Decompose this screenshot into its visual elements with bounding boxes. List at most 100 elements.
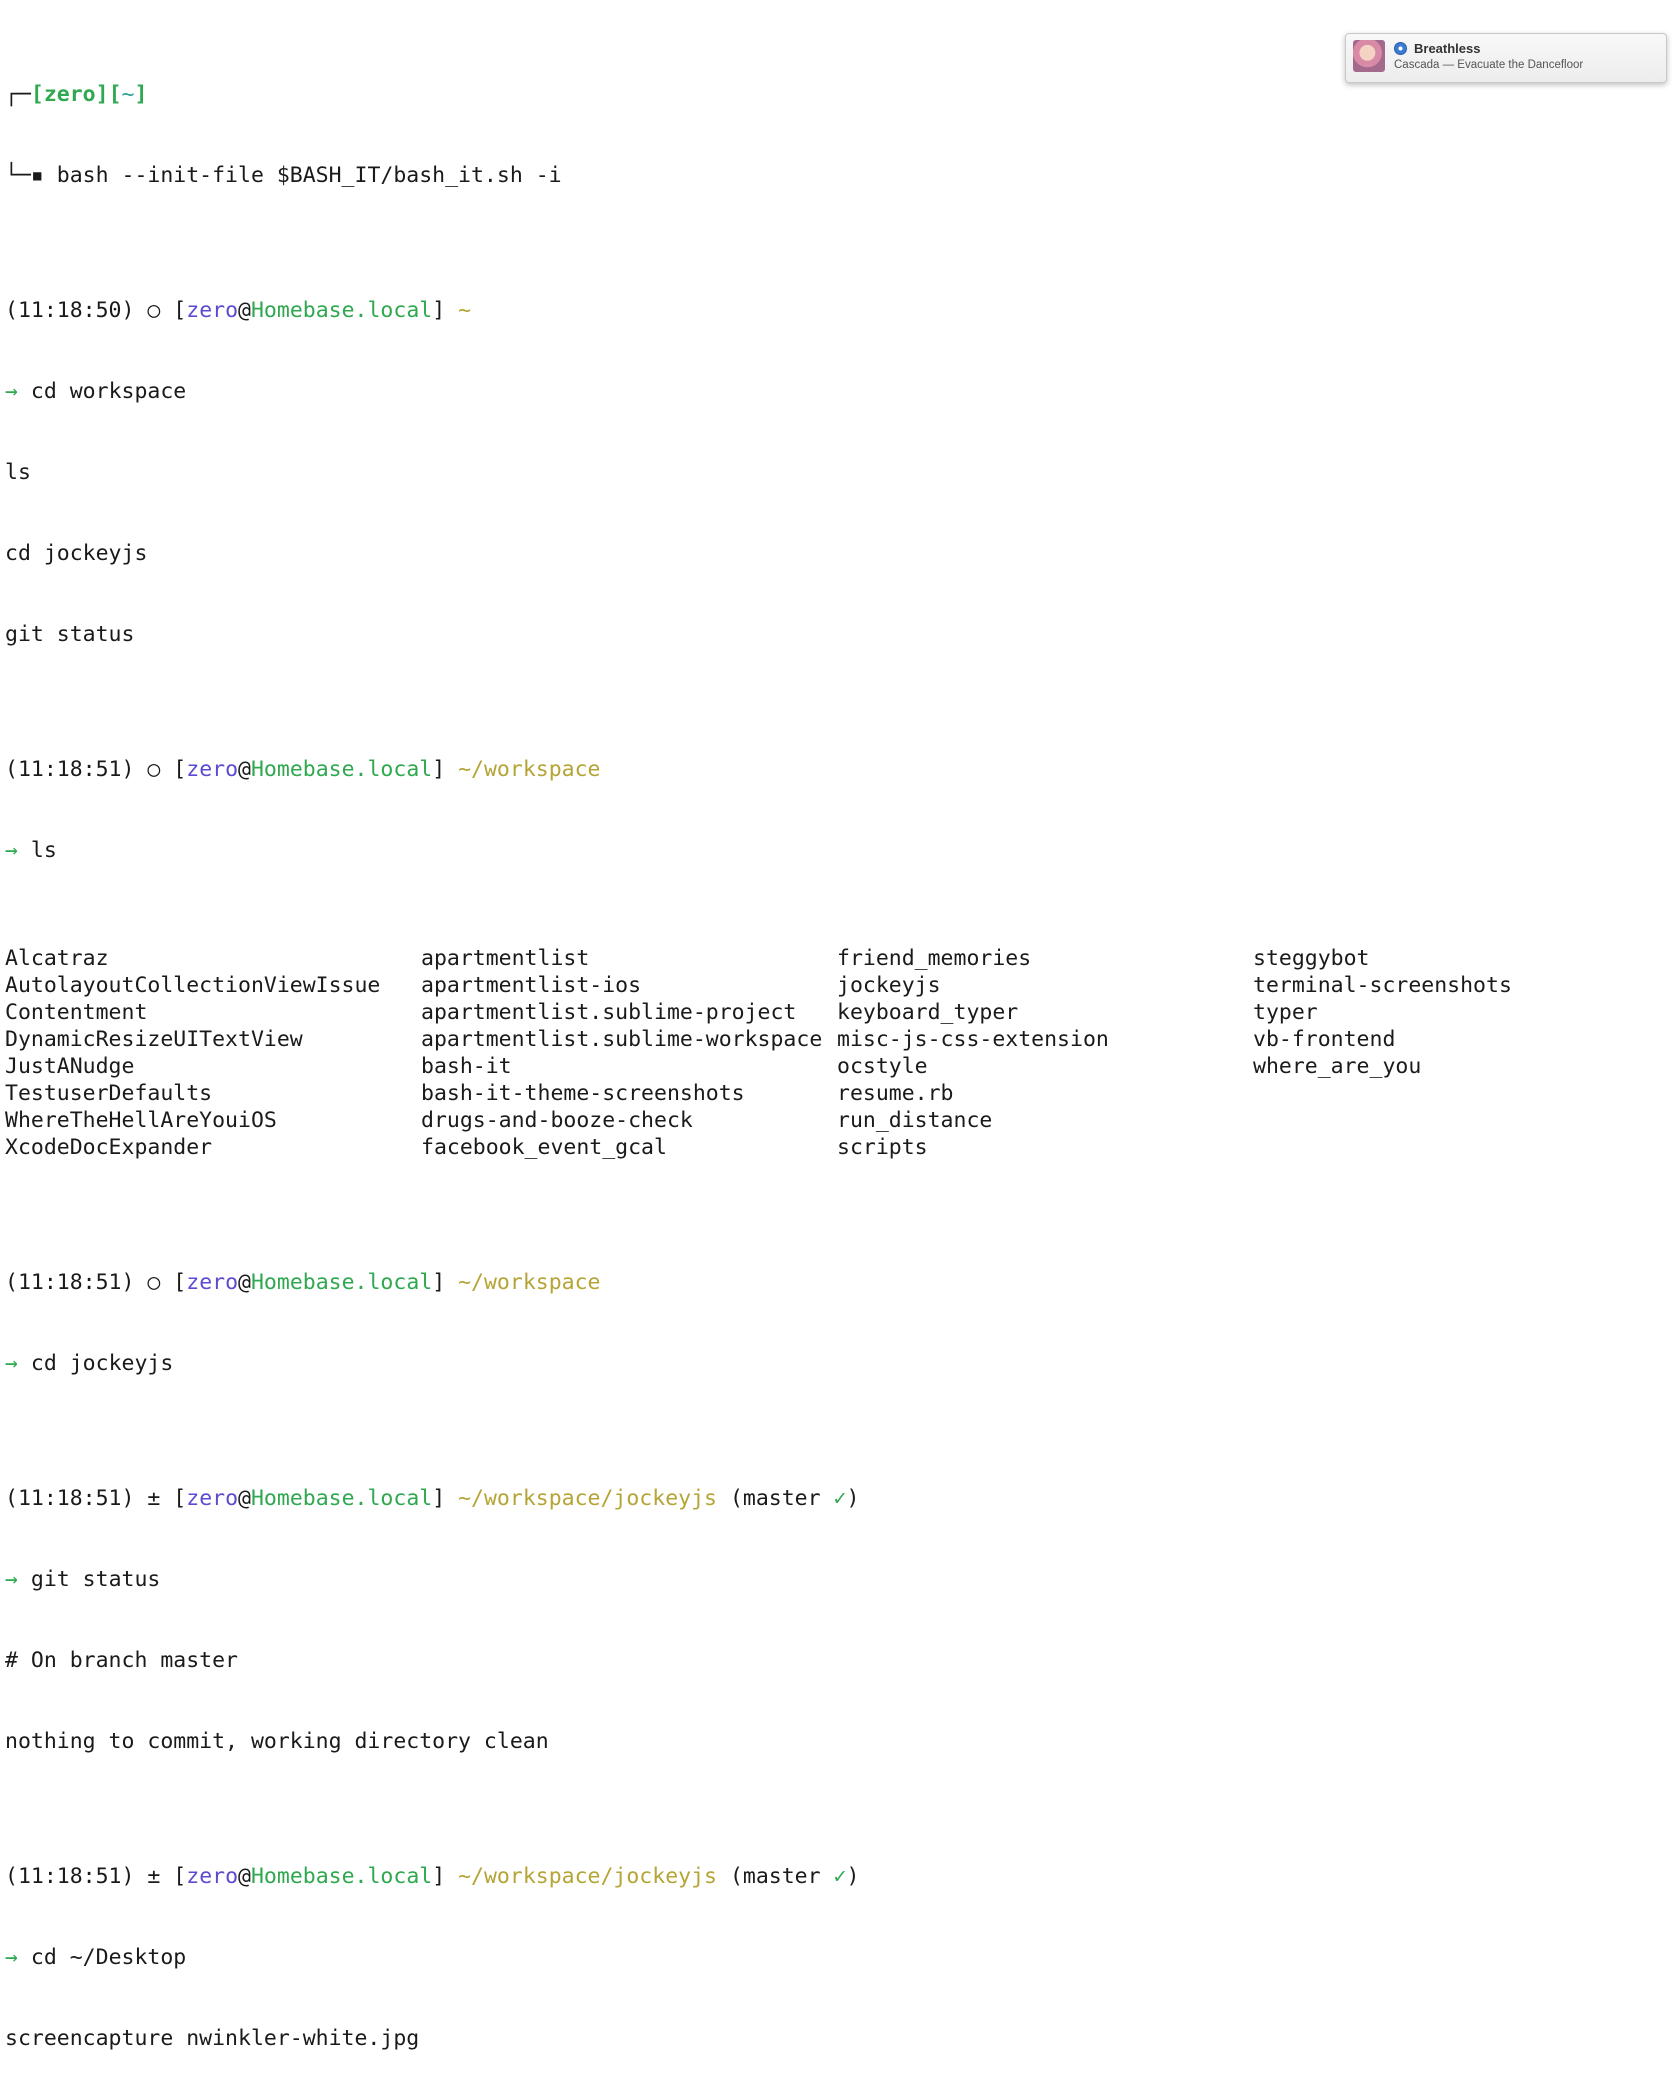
- prompt-symbol: ±: [147, 1864, 161, 1889]
- arrow-icon: →: [5, 379, 18, 404]
- box-corner-bottom: └─▪: [5, 163, 57, 188]
- command-line: → git status: [5, 1566, 1665, 1593]
- ls-entry: TestuserDefaults: [5, 1081, 213, 1106]
- prompt-at: @: [238, 1486, 251, 1511]
- prompt-symbol: ○: [147, 757, 161, 782]
- command-line: → ls: [5, 837, 1665, 864]
- now-playing-notification[interactable]: Breathless Cascada — Evacuate the Dancef…: [1345, 33, 1667, 83]
- prompt-header-line: ┌─[zero][~]: [5, 81, 1665, 108]
- prompt-time: (11:18:51): [5, 1270, 135, 1295]
- prompt-time: (11:18:51): [5, 1864, 135, 1889]
- arrow-icon: →: [5, 1945, 18, 1970]
- notification-subtitle: Cascada — Evacuate the Dancefloor: [1394, 59, 1584, 71]
- ls-entry: keyboard_typer: [837, 1000, 1019, 1025]
- prompt-line: (11:18:51) ○ [zero@Homebase.local] ~/wor…: [5, 1270, 601, 1295]
- typeahead-line: git status: [5, 622, 135, 647]
- command-text: bash --init-file $BASH_IT/bash_it.sh -i: [56, 163, 562, 188]
- ls-entry: [1253, 1134, 1669, 1161]
- command-text: git status: [30, 1567, 161, 1592]
- ls-entry: misc-js-css-extension: [837, 1027, 1109, 1052]
- prompt-user: zero: [186, 757, 239, 782]
- output-line: nothing to commit, working directory cle…: [5, 1729, 549, 1754]
- itunes-icon: [1394, 42, 1407, 55]
- output-line: # On branch master: [5, 1648, 238, 1673]
- command-line: → cd ~/Desktop: [5, 1944, 1665, 1971]
- prompt-symbol: ○: [147, 298, 161, 323]
- prompt-line: (11:18:51) ± [zero@Homebase.local] ~/wor…: [5, 1486, 860, 1511]
- album-art-thumbnail: [1353, 40, 1385, 72]
- prompt-time: (11:18:51): [5, 757, 135, 782]
- prompt-line: (11:18:51) ± [zero@Homebase.local] ~/wor…: [5, 1864, 860, 1889]
- ls-entry: resume.rb: [837, 1081, 954, 1106]
- check-icon: ✓: [833, 1486, 847, 1511]
- git-branch: (master: [729, 1486, 834, 1511]
- ls-entry: ocstyle: [837, 1054, 928, 1079]
- ls-entry: steggybot: [1253, 946, 1370, 971]
- prompt-line: (11:18:51) ○ [zero@Homebase.local] ~/wor…: [5, 757, 601, 782]
- check-icon: ✓: [833, 1864, 847, 1889]
- arrow-icon: →: [5, 1567, 18, 1592]
- ls-entry: terminal-screenshots: [1253, 973, 1512, 998]
- ls-output: Alcatraz apartmentlist friend_memories s…: [5, 945, 1665, 1161]
- git-branch-close: ): [846, 1486, 860, 1511]
- ls-entry: where_are_you: [1253, 1054, 1422, 1079]
- prompt-path: ~/workspace: [458, 757, 601, 782]
- prompt-at: @: [238, 1864, 251, 1889]
- typeahead-line: screencapture nwinkler-white.jpg: [5, 2026, 420, 2051]
- ls-entry: WhereTheHellAreYouiOS: [5, 1108, 277, 1133]
- prompt-user: zero: [186, 1864, 239, 1889]
- git-branch: (master: [729, 1864, 834, 1889]
- prompt-path: ~/workspace/jockeyjs: [458, 1864, 717, 1889]
- ls-entry: DynamicResizeUITextView: [5, 1027, 303, 1052]
- command-line: → cd jockeyjs: [5, 1350, 1665, 1377]
- prompt-user: zero: [186, 1270, 239, 1295]
- ls-entry: apartmentlist: [421, 946, 590, 971]
- ls-entry: apartmentlist.sublime-project: [421, 1000, 797, 1025]
- prompt-line: (11:18:50) ○ [zero@Homebase.local] ~: [5, 298, 472, 323]
- command-text: ls: [30, 838, 57, 863]
- ls-entry: bash-it-theme-screenshots: [421, 1081, 745, 1106]
- prompt-host: Homebase.local: [250, 1864, 433, 1889]
- git-branch-close: ): [846, 1864, 860, 1889]
- typeahead-line: ls: [5, 460, 31, 485]
- command-text: cd workspace: [30, 379, 187, 404]
- prompt-host: Homebase.local: [250, 757, 433, 782]
- ls-entry: Alcatraz: [5, 946, 109, 971]
- prompt-symbol: ○: [147, 1270, 161, 1295]
- command-text: cd ~/Desktop: [30, 1945, 187, 1970]
- prompt-host: Homebase.local: [250, 298, 433, 323]
- prompt-user: zero: [186, 1486, 239, 1511]
- header-home: ~: [121, 82, 135, 107]
- ls-entry: drugs-and-booze-check: [421, 1108, 693, 1133]
- command-line: → cd workspace: [5, 378, 1665, 405]
- prompt-path: ~/workspace: [458, 1270, 601, 1295]
- prompt-user: zero: [186, 298, 239, 323]
- prompt-time: (11:18:51): [5, 1486, 135, 1511]
- ls-entry: [1253, 1107, 1669, 1134]
- ls-entry: scripts: [837, 1135, 928, 1160]
- terminal-window[interactable]: ┌─[zero][~] └─▪ bash --init-file $BASH_I…: [5, 0, 1665, 2100]
- bracket: ]: [134, 82, 148, 107]
- notification-title: Breathless: [1414, 41, 1481, 56]
- prompt-at: @: [238, 298, 251, 323]
- prompt-path: ~: [458, 298, 472, 323]
- ls-entry: jockeyjs: [837, 973, 941, 998]
- prompt-at: @: [238, 757, 251, 782]
- command-text: cd jockeyjs: [30, 1351, 174, 1376]
- bracket: ][: [95, 82, 122, 107]
- ls-entry: XcodeDocExpander: [5, 1135, 213, 1160]
- ls-entry: vb-frontend: [1253, 1027, 1396, 1052]
- ls-entry: bash-it: [421, 1054, 512, 1079]
- bracket: [: [30, 82, 44, 107]
- header-user: zero: [43, 82, 96, 107]
- arrow-icon: →: [5, 838, 18, 863]
- ls-entry: apartmentlist-ios: [421, 973, 642, 998]
- ls-entry: apartmentlist.sublime-workspace: [421, 1027, 823, 1052]
- ls-entry: facebook_event_gcal: [421, 1135, 667, 1160]
- prompt-time: (11:18:50): [5, 298, 135, 323]
- prompt-host: Homebase.local: [250, 1486, 433, 1511]
- prompt-at: @: [238, 1270, 251, 1295]
- command-line: └─▪ bash --init-file $BASH_IT/bash_it.sh…: [5, 162, 1665, 189]
- ls-entry: [1253, 1080, 1669, 1107]
- ls-entry: run_distance: [837, 1108, 993, 1133]
